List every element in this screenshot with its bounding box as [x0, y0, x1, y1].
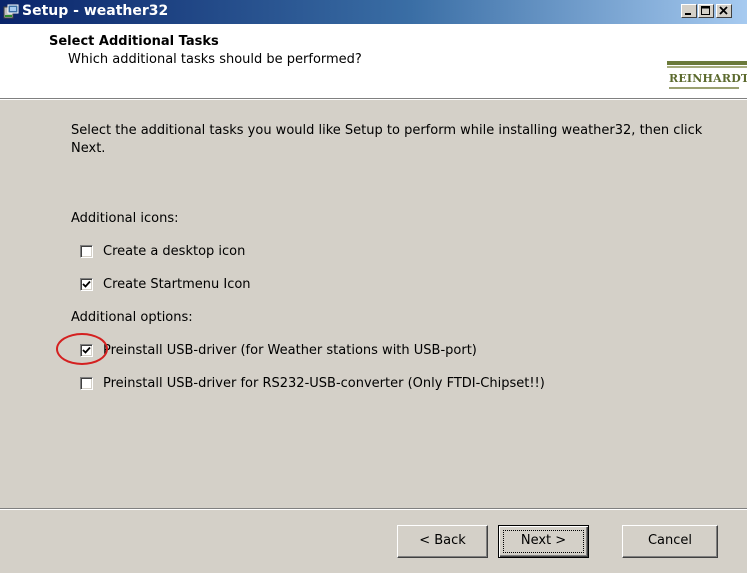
rs232-driver-label[interactable]: Preinstall USB-driver for RS232-USB-conv… — [103, 376, 545, 391]
additional-icons-label: Additional icons: — [71, 211, 179, 226]
window-title: Setup - weather32 — [22, 3, 169, 19]
close-button[interactable] — [716, 4, 732, 18]
page-subtitle: Which additional tasks should be perform… — [68, 52, 362, 67]
startmenu-icon-checkbox[interactable] — [80, 278, 93, 291]
additional-options-label: Additional options: — [71, 310, 193, 325]
setup-window: Setup - weather32 Select Additional Task… — [0, 0, 747, 573]
intro-text: Select the additional tasks you would li… — [71, 123, 703, 156]
setup-app-icon — [3, 4, 19, 20]
focus-rect — [503, 530, 584, 553]
minimize-button[interactable] — [681, 4, 697, 18]
startmenu-icon-label[interactable]: Create Startmenu Icon — [103, 277, 251, 292]
usb-driver-label[interactable]: Preinstall USB-driver (for Weather stati… — [103, 343, 477, 358]
logo-text: REINHARDT — [669, 72, 747, 85]
cancel-button[interactable]: Cancel — [622, 525, 718, 558]
title-bar[interactable]: Setup - weather32 — [0, 0, 747, 24]
header-divider — [0, 99, 747, 100]
back-button[interactable]: < Back — [397, 525, 488, 558]
next-button[interactable]: Next > — [498, 525, 589, 558]
reinhardt-logo: REINHARDT — [667, 61, 747, 95]
page-title: Select Additional Tasks — [49, 34, 219, 49]
desktop-icon-label[interactable]: Create a desktop icon — [103, 244, 245, 259]
annotation-circle — [56, 333, 108, 365]
rs232-driver-checkbox[interactable] — [80, 377, 93, 390]
maximize-button[interactable] — [698, 4, 714, 18]
desktop-icon-checkbox[interactable] — [80, 245, 93, 258]
